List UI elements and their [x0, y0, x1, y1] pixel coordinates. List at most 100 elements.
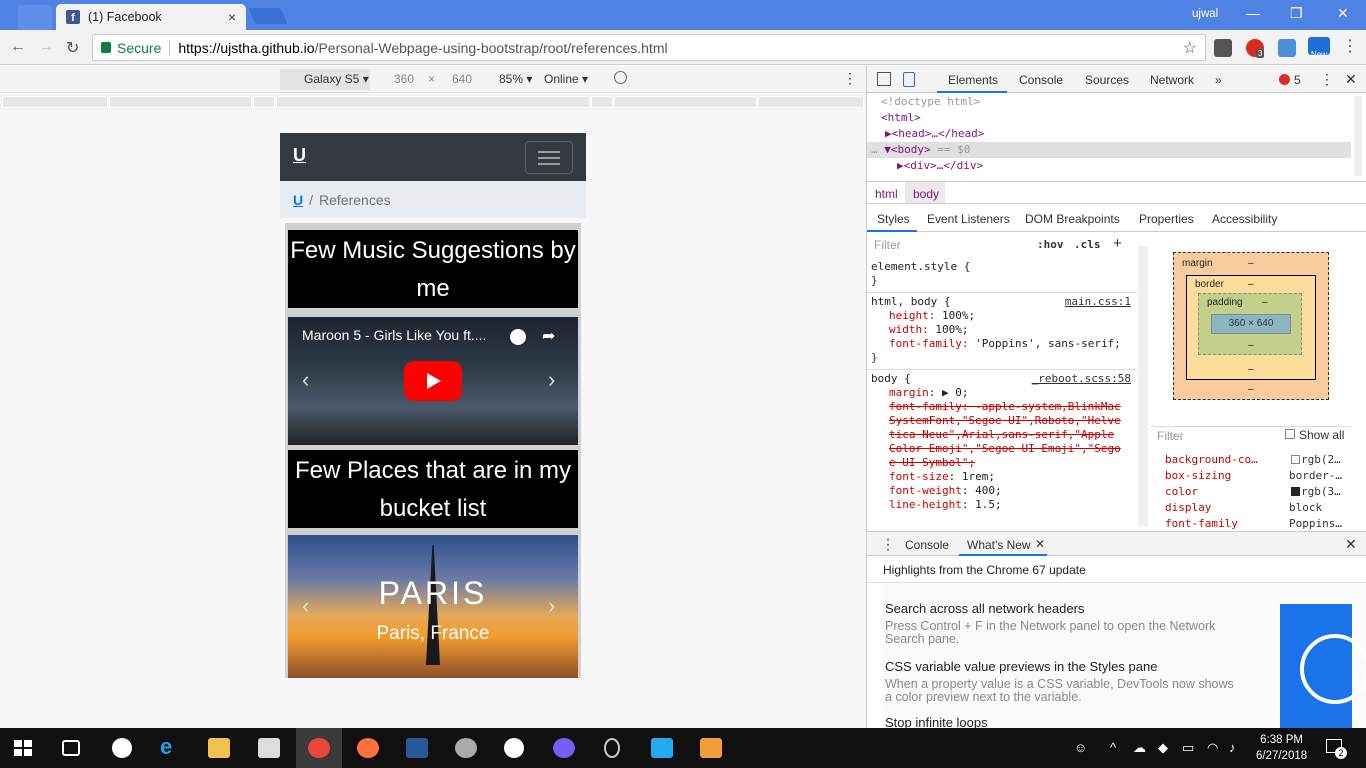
share-icon[interactable]: ➦ [542, 326, 555, 346]
dom-doctype[interactable]: <!doctype html> [867, 94, 1351, 110]
carousel-prev-icon[interactable]: ‹ [302, 367, 309, 393]
watch-later-icon[interactable] [510, 329, 526, 345]
rule-source-link[interactable]: main.css:1 [1065, 295, 1131, 309]
tab-console[interactable]: Console [1019, 73, 1063, 87]
reload-icon[interactable]: ↻ [66, 38, 79, 58]
video-title[interactable]: Maroon 5 - Girls Like You ft.... [302, 327, 486, 343]
minimize-icon[interactable]: — [1246, 5, 1260, 21]
new-rule-icon[interactable]: + [1113, 235, 1122, 252]
youtube-embed[interactable]: Maroon 5 - Girls Like You ft.... ➦ ‹ › [288, 317, 578, 445]
subtab-dom-breakpoints[interactable]: DOM Breakpoints [1025, 212, 1120, 226]
chrome-menu-icon[interactable]: ⋮ [1342, 36, 1358, 56]
device-mode-icon[interactable] [903, 72, 915, 87]
tab-network[interactable]: Network [1150, 73, 1194, 87]
computed-row[interactable]: box-sizing border-… [1151, 469, 1351, 483]
more-tabs-icon[interactable]: » [1215, 73, 1222, 87]
subtab-accessibility[interactable]: Accessibility [1212, 212, 1277, 226]
battery-icon[interactable]: ▭ [1182, 740, 1194, 756]
devtools-menu-icon[interactable]: ⋮ [1320, 71, 1334, 88]
subtab-event-listeners[interactable]: Event Listeners [927, 212, 1010, 226]
windows-start-icon[interactable] [14, 740, 32, 756]
firefox-icon[interactable] [357, 738, 379, 758]
media-query-segment[interactable] [758, 96, 864, 108]
chrome-icon[interactable] [308, 738, 330, 758]
extension-adblock-icon[interactable]: 3 [1246, 39, 1265, 58]
body-reboot-rule[interactable]: _reboot.scss:58 body { margin: ▶ 0; font… [867, 370, 1137, 516]
dom-scrollbar[interactable] [1354, 96, 1362, 176]
overridden-property[interactable]: font-family: -apple-system,BlinkMacSyste… [871, 400, 1121, 470]
media-query-segment[interactable] [614, 96, 757, 108]
media-query-segment[interactable] [109, 96, 252, 108]
omnibox[interactable]: Secure https://ujstha.github.io /Persona… [92, 34, 1206, 61]
word-icon[interactable] [406, 738, 428, 758]
tab-sources[interactable]: Sources [1085, 73, 1129, 87]
store-icon[interactable] [258, 738, 280, 758]
viber-icon[interactable] [553, 738, 575, 758]
device-height-input[interactable]: 640 [452, 72, 472, 86]
browser-tab-facebook[interactable]: f (1) Facebook × [56, 4, 246, 30]
box-model-padding[interactable]: padding – – 360 × 640 [1198, 293, 1302, 355]
whats-new-item-title[interactable]: CSS variable value previews in the Style… [885, 659, 1157, 674]
style-property[interactable]: height: 100%; [871, 309, 1133, 323]
rule-source-link[interactable]: _reboot.scss:58 [1032, 372, 1131, 386]
device-toolbar-more-icon[interactable]: ⋮ [843, 70, 857, 87]
close-window-icon[interactable]: ✕ [1337, 5, 1349, 22]
paris-carousel-slide[interactable]: PARIS Paris, France ‹ › [288, 535, 578, 678]
device-select[interactable]: Galaxy S5 ▾ [304, 72, 369, 86]
box-model-margin[interactable]: margin – – border – – padding – – 360 × … [1173, 252, 1329, 400]
box-model-border[interactable]: border – – padding – – 360 × 640 [1186, 275, 1316, 380]
new-tab-button[interactable] [248, 8, 288, 24]
tray-chevron-icon[interactable]: ^ [1110, 740, 1116, 755]
style-property[interactable]: font-weight: 400; [871, 484, 1133, 498]
computed-row[interactable]: background-co… rgb(2… [1151, 453, 1351, 467]
edge-icon[interactable]: e [160, 734, 182, 759]
subtab-styles[interactable]: Styles [877, 212, 910, 226]
drawer-tab-close-icon[interactable]: ✕ [1035, 537, 1045, 551]
volume-icon[interactable]: ♪ [1229, 740, 1236, 755]
error-count[interactable]: 5 [1294, 73, 1301, 87]
computed-row[interactable]: font-family Poppins… [1151, 517, 1351, 531]
style-property[interactable]: width: 100%; [871, 323, 1133, 337]
tab-elements[interactable]: Elements [948, 73, 998, 87]
dom-body-selected[interactable]: … ▼<body> == $0 [867, 142, 1351, 158]
extension-evernote-icon[interactable] [1214, 39, 1232, 57]
browser-tab-blank[interactable] [18, 5, 52, 30]
forward-icon[interactable]: → [38, 38, 54, 56]
rotate-icon[interactable] [614, 71, 627, 84]
zoom-select[interactable]: 85% ▾ [499, 72, 532, 86]
subtab-properties[interactable]: Properties [1139, 212, 1194, 226]
dom-div[interactable]: ▶<div>…</div> [867, 158, 1351, 174]
carousel-next-icon[interactable]: › [548, 593, 555, 619]
media-query-segment[interactable] [591, 96, 613, 108]
hover-state-toggle[interactable]: :hov [1037, 238, 1064, 251]
dom-crumb-html[interactable]: html [875, 187, 898, 201]
task-view-icon[interactable] [62, 740, 80, 756]
network-throttle-select[interactable]: Online ▾ [544, 72, 588, 86]
dom-html[interactable]: <html> [867, 110, 1351, 126]
breadcrumb-home-link[interactable]: U [293, 192, 303, 208]
site-brand-logo[interactable]: U [293, 145, 306, 166]
onedrive-icon[interactable]: ☁ [1133, 740, 1146, 756]
media-query-segment[interactable] [253, 96, 275, 108]
drawer-close-icon[interactable]: ✕ [1345, 536, 1357, 553]
style-property[interactable]: margin: ▶ 0; [871, 386, 1133, 400]
profile-name[interactable]: ujwal [1192, 8, 1218, 20]
carousel-next-icon[interactable]: › [548, 367, 555, 393]
dom-head[interactable]: ▶<head>…</head> [867, 126, 1351, 142]
inspect-element-icon[interactable] [877, 72, 891, 86]
clock[interactable]: 6:38 PM 6/27/2018 [1256, 732, 1307, 764]
back-icon[interactable]: ← [10, 38, 26, 56]
app-icon[interactable] [455, 738, 477, 758]
dropbox-icon[interactable]: ◆ [1158, 740, 1168, 756]
tab-close-icon[interactable]: × [228, 9, 236, 25]
extension-translate-icon[interactable] [1278, 39, 1296, 57]
weather-icon[interactable] [112, 738, 132, 758]
style-property[interactable]: line-height: 1.5; [871, 498, 1133, 512]
restore-icon[interactable]: ❐ [1290, 5, 1303, 22]
media-query-segment[interactable] [276, 96, 590, 108]
carousel-prev-icon[interactable]: ‹ [302, 593, 309, 619]
vscode-icon[interactable] [651, 738, 673, 758]
drawer-tab-whats-new[interactable]: What's New [967, 538, 1031, 552]
device-width-input[interactable]: 360 [394, 72, 414, 86]
navbar-toggler-button[interactable] [525, 141, 573, 174]
